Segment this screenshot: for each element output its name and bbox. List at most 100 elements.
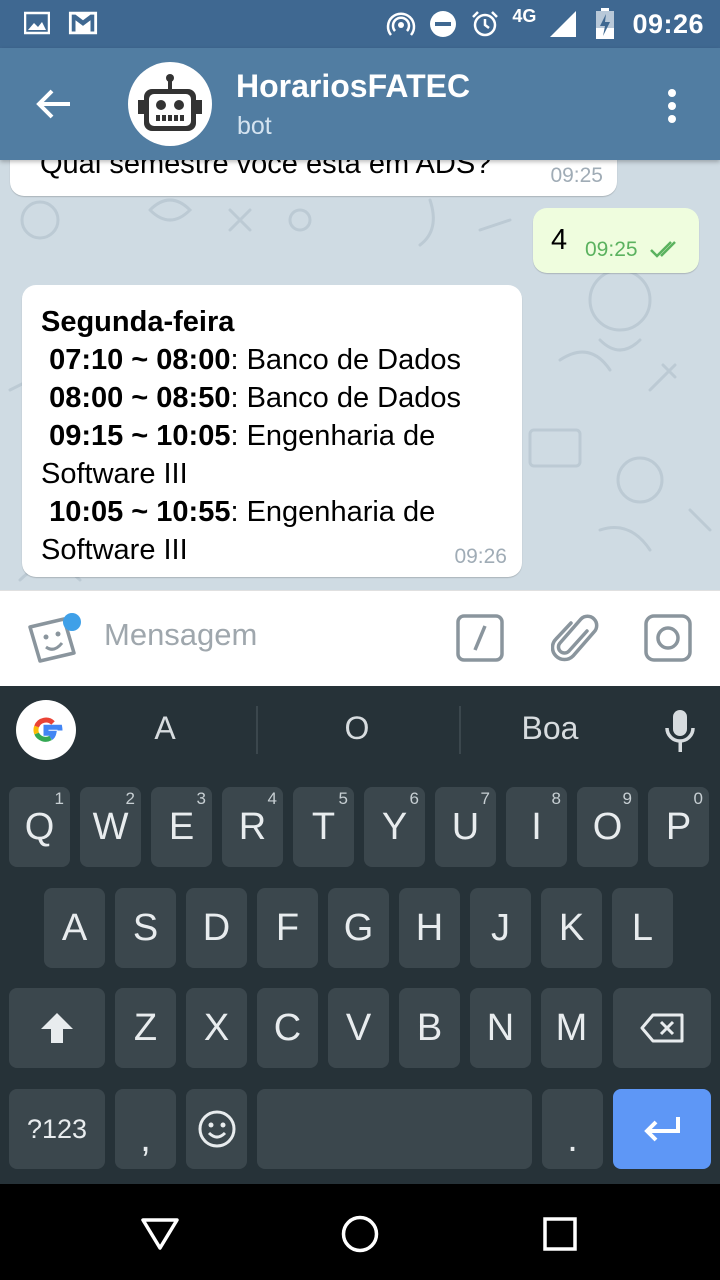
chat-header: HorariosFATEC bot: [0, 48, 720, 160]
suggestion[interactable]: Boa: [490, 710, 610, 747]
back-button[interactable]: [22, 74, 86, 134]
suggestion[interactable]: O: [297, 710, 417, 747]
key-h[interactable]: H: [399, 888, 460, 968]
emoji-key[interactable]: [186, 1089, 247, 1169]
key-hint: 5: [338, 789, 348, 808]
nav-back-icon: [141, 1218, 179, 1250]
key-hint: 1: [54, 789, 64, 808]
mic-button[interactable]: [662, 706, 698, 756]
key-label: O: [592, 805, 623, 848]
key-label: U: [451, 805, 480, 848]
key-z[interactable]: Z: [115, 988, 176, 1068]
keyboard: A O Boa Q1W2E3R4T5Y6U7I8O9P0 ASDFGHJKL Z…: [0, 686, 720, 1184]
key-a[interactable]: A: [44, 888, 105, 968]
nav-home-icon: [341, 1215, 379, 1253]
key-u[interactable]: U7: [435, 787, 496, 867]
key-x[interactable]: X: [186, 988, 247, 1068]
key-t[interactable]: T5: [293, 787, 354, 867]
enter-key[interactable]: [613, 1089, 711, 1169]
clock: 09:26: [632, 8, 704, 39]
image-icon: [22, 8, 52, 38]
suggestion-divider: [256, 706, 258, 754]
key-d[interactable]: D: [186, 888, 247, 968]
key-label: E: [168, 805, 195, 848]
symbols-key[interactable]: ?123: [9, 1089, 105, 1169]
chat-title[interactable]: HorariosFATEC: [236, 68, 470, 105]
paperclip-icon: [550, 614, 599, 662]
schedule-slot: 10:05 ~ 10:55: [49, 496, 231, 528]
nav-back-button[interactable]: [138, 1212, 182, 1256]
network-type: 4G: [512, 5, 537, 26]
key-hint: 6: [409, 789, 419, 808]
suggestion[interactable]: A: [105, 710, 225, 747]
message-input[interactable]: Mensagem: [104, 617, 257, 653]
suggestion-strip: A O Boa: [0, 686, 720, 776]
key-r[interactable]: R4: [222, 787, 283, 867]
key-y[interactable]: Y6: [364, 787, 425, 867]
double-check-icon: [650, 241, 676, 258]
gmail-icon: [68, 8, 98, 38]
key-hint: 9: [622, 789, 632, 808]
schedule-line: 09:15 ~ 10:05: Engenharia de Software II…: [41, 417, 502, 493]
attach-button[interactable]: [550, 611, 599, 665]
status-bar: 4G 09:26: [0, 0, 720, 48]
message-text: Qual semestre você está em ADS?: [40, 160, 492, 180]
backspace-key[interactable]: [613, 988, 711, 1068]
message-bubble-incoming[interactable]: Qual semestre você está em ADS? 09:25: [10, 160, 617, 196]
key-m[interactable]: M: [541, 988, 602, 1068]
mic-icon: [665, 710, 695, 752]
schedule-subject: : Banco de Dados: [230, 382, 462, 414]
system-nav-bar: [0, 1184, 720, 1280]
chat-subtitle: bot: [237, 112, 272, 140]
more-menu-button[interactable]: [648, 82, 696, 130]
period-key[interactable]: .: [542, 1089, 603, 1169]
schedule-slot: 09:15 ~ 10:05: [49, 420, 231, 452]
camera-icon: [644, 614, 692, 662]
google-g-icon: [33, 717, 63, 742]
message-bubble-incoming[interactable]: Segunda-feira 07:10 ~ 08:00: Banco de Da…: [22, 285, 522, 577]
key-e[interactable]: E3: [151, 787, 212, 867]
key-b[interactable]: B: [399, 988, 460, 1068]
key-label: Y: [381, 805, 408, 848]
schedule-line: 10:05 ~ 10:55: Engenharia de Software II…: [41, 493, 502, 569]
bot-command-button[interactable]: [455, 613, 505, 663]
nav-home-button[interactable]: [338, 1212, 382, 1256]
key-q[interactable]: Q1: [9, 787, 70, 867]
key-c[interactable]: C: [257, 988, 318, 1068]
key-k[interactable]: K: [541, 888, 602, 968]
key-f[interactable]: F: [257, 888, 318, 968]
chat-area[interactable]: Qual semestre você está em ADS? 09:25 4 …: [0, 160, 720, 590]
key-n[interactable]: N: [470, 988, 531, 1068]
camera-button[interactable]: [643, 613, 693, 663]
key-label: T: [311, 805, 336, 848]
key-hint: 4: [267, 789, 277, 808]
key-p[interactable]: P0: [648, 787, 709, 867]
key-i[interactable]: I8: [506, 787, 567, 867]
nav-recents-button[interactable]: [538, 1212, 582, 1256]
robot-icon: [138, 74, 202, 131]
key-w[interactable]: W2: [80, 787, 141, 867]
schedule-slot: 07:10 ~ 08:00: [49, 344, 231, 376]
message-bubble-outgoing[interactable]: 4 09:25: [533, 208, 699, 273]
schedule-subject: : Banco de Dados: [230, 344, 462, 376]
space-key[interactable]: [257, 1089, 532, 1169]
arrow-left-icon: [36, 89, 70, 119]
enter-icon: [644, 1117, 680, 1142]
comma-key[interactable]: ,: [115, 1089, 176, 1169]
message-time: 09:25: [550, 164, 603, 187]
key-v[interactable]: V: [328, 988, 389, 1068]
key-g[interactable]: G: [328, 888, 389, 968]
key-o[interactable]: O9: [577, 787, 638, 867]
notification-dot: [63, 613, 81, 631]
google-icon[interactable]: [16, 700, 76, 760]
message-text: 4: [551, 224, 568, 256]
shift-key[interactable]: [9, 988, 105, 1068]
alarm-icon: [470, 9, 500, 39]
key-label: P: [665, 805, 692, 848]
key-hint: 2: [125, 789, 135, 808]
key-s[interactable]: S: [115, 888, 176, 968]
avatar[interactable]: [128, 62, 212, 146]
key-j[interactable]: J: [470, 888, 531, 968]
hotspot-icon: [386, 9, 416, 39]
key-l[interactable]: L: [612, 888, 673, 968]
